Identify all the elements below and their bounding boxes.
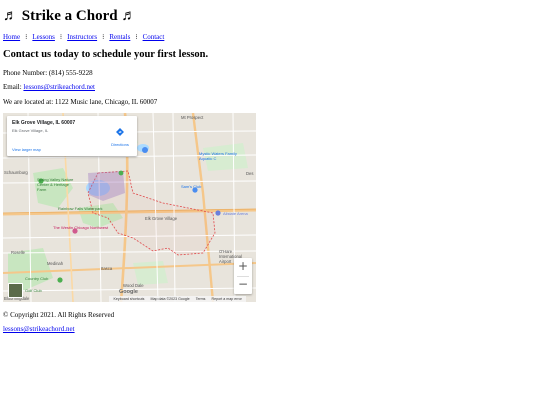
keyboard-shortcuts-link[interactable]: Keyboard shortcuts [114,297,145,301]
poi-mystic-waters[interactable]: Mystic Waters Family Aquatic C [199,151,249,161]
terms-link[interactable]: Terms [196,297,206,301]
nav-separator: ⁝ [135,33,138,41]
map-data-attribution: Map data ©2023 Google [150,297,190,301]
nav-link-home[interactable]: Home [3,33,20,41]
email-prefix: Email: [3,83,24,91]
nav-link-instructors[interactable]: Instructors [67,33,97,41]
google-logo: Google [119,289,138,295]
main-nav: Home ⁝ Lessons ⁝ Instructors ⁝ Rentals ⁝ Contact [3,33,164,41]
view-larger-map-link[interactable]: View larger map [12,147,41,152]
report-error-link[interactable]: Report a map error [211,297,241,301]
directions-label: Directions [111,142,129,147]
poi-allstate-arena[interactable]: Allstate Arena [223,211,248,216]
nav-separator: ⁝ [102,33,105,41]
poi-spring-valley[interactable]: Spring Valley Nature Center & Heritage F… [37,177,77,192]
poi-golf-club[interactable]: Golf Club [25,288,42,293]
nav-separator: ⁝ [25,33,28,41]
map-label-itasca: Itasca [101,266,113,271]
map-label-mt-prospect: Mt Prospect [181,115,204,120]
map-label-des-plaines: Des [246,171,254,176]
poi-country-club[interactable]: Country Club [25,276,48,281]
footer-email-link[interactable]: lessons@strikeachord.net [3,325,75,333]
poi-rainbow-falls[interactable]: Rainbow Falls Waterpark [58,206,103,211]
map-label-wood-dale: Wood Dale [123,283,144,288]
poi-westin[interactable]: The Westin Chicago Northwest [53,225,113,230]
zoom-controls: + − [234,258,252,294]
map-place-card: Elk Grove Village, IL 60007 Elk Grove Vi… [7,116,137,156]
directions-icon [116,128,124,136]
zoom-in-button[interactable]: + [234,258,252,276]
map-label-medinah: Medinah [47,261,64,266]
email-link[interactable]: lessons@strikeachord.net [23,83,95,91]
map-label-elk-grove: Elk Grove Village [145,216,178,221]
map-label-schaumburg: Schaumburg [4,170,28,175]
copyright-text: © Copyright 2021. All Rights Reserved [3,311,115,319]
embedded-map[interactable]: Mt Prospect Schaumburg Elk Grove Village… [3,113,256,302]
map-label-roselle: Roselle [11,250,25,255]
nav-link-contact[interactable]: Contact [143,33,165,41]
phone-number: Phone Number: (814) 555-9228 [3,69,93,77]
email-line: Email: lessons@strikeachord.net [3,83,95,91]
nav-link-rentals[interactable]: Rentals [109,33,130,41]
map-footer-bar: Keyboard shortcuts Map data ©2023 Google… [109,296,247,302]
site-title: ♬ Strike a Chord ♬ [3,8,137,24]
contact-heading: Contact us today to schedule your first … [3,49,209,60]
zoom-out-button[interactable]: − [234,276,252,294]
location-address: We are located at: 1122 Music lane, Chic… [3,98,158,106]
nav-separator: ⁝ [59,33,63,41]
poi-sams-club[interactable]: Sam's Club [181,184,201,189]
nav-link-lessons[interactable]: Lessons [32,33,55,41]
street-view-pegman-icon[interactable] [8,283,23,298]
directions-button[interactable]: Directions [107,123,133,147]
